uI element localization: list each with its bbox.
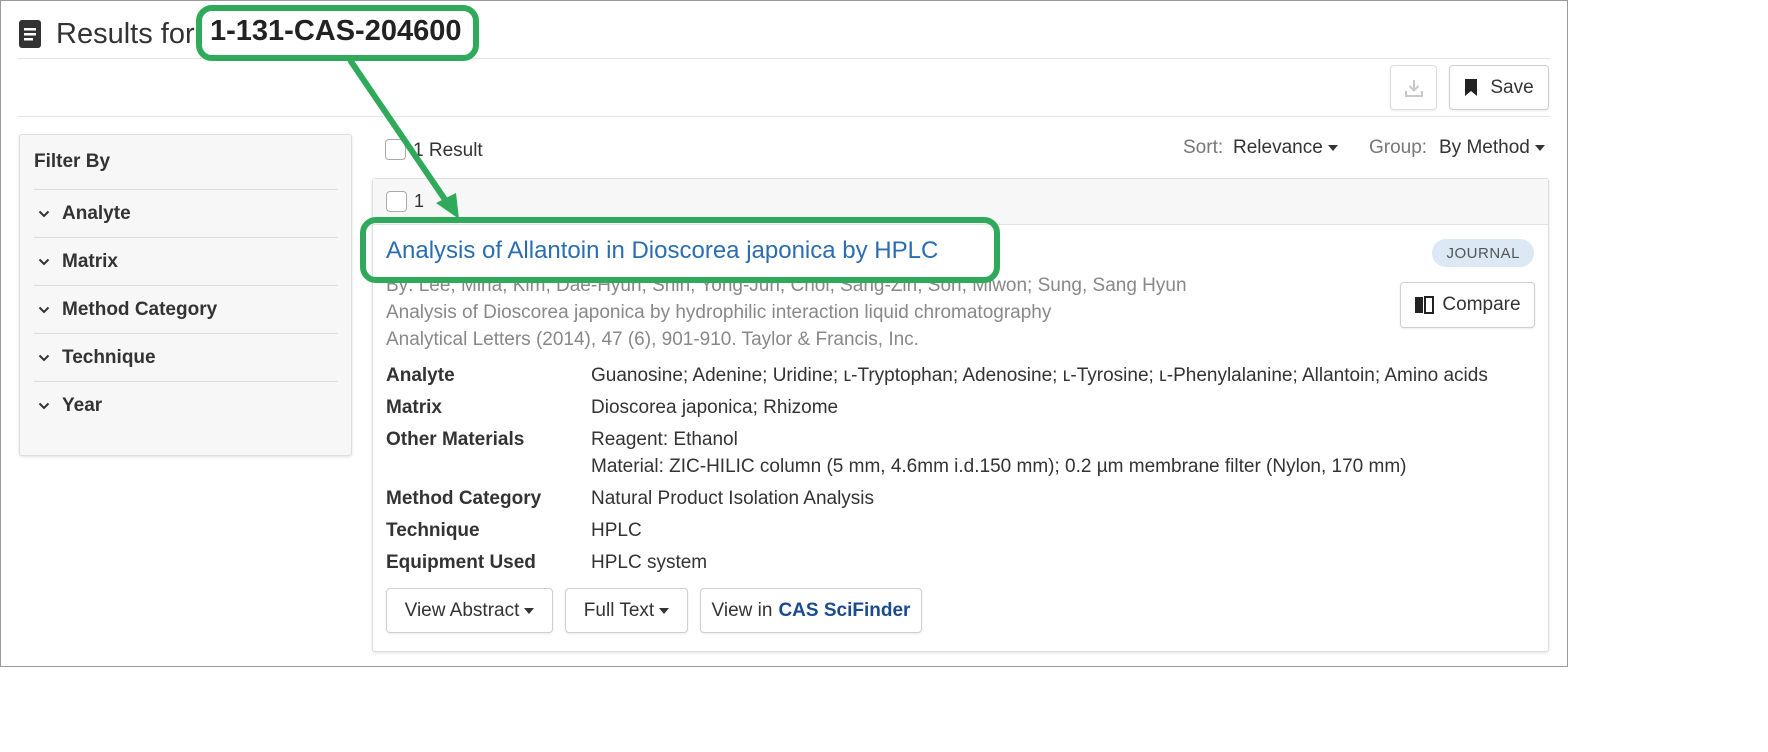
- search-query: 1-131-CAS-204600: [210, 15, 462, 47]
- title-callout: [360, 217, 1000, 283]
- query-callout: 1-131-CAS-204600: [196, 5, 479, 61]
- callout-arrow: [347, 58, 459, 219]
